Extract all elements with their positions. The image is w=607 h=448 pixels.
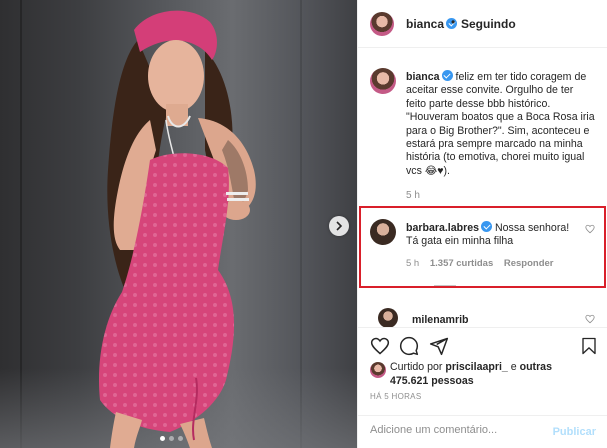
commenter-avatar[interactable]: [370, 219, 396, 245]
chevron-right-icon: [336, 221, 343, 231]
post-photo[interactable]: [0, 0, 357, 448]
following-button[interactable]: Seguindo: [461, 17, 516, 31]
view-replies-line[interactable]: [434, 285, 456, 286]
heart-icon[interactable]: [585, 224, 595, 234]
caption-text: feliz em ter tido coragem de aceitar ess…: [406, 71, 595, 177]
carousel-dot: [178, 436, 183, 441]
comment-likes[interactable]: 1.357 curtidas: [430, 258, 493, 269]
likes-prefix: Curtido por: [390, 361, 443, 373]
caption-username[interactable]: bianca: [406, 71, 440, 83]
woman-in-pink-dress-illustration: [98, 10, 256, 448]
comment-meta: 5 h 1.357 curtidas Responder: [406, 258, 562, 269]
post-header: bianca • Seguindo: [358, 0, 607, 48]
publish-button[interactable]: Publicar: [553, 426, 596, 438]
comment-icon[interactable]: [399, 336, 419, 356]
caption-avatar[interactable]: [370, 68, 396, 94]
post-caption: bianca feliz em ter tido coragem de acei…: [406, 70, 596, 178]
next-commenter-username[interactable]: milenamrib: [412, 314, 469, 326]
verified-icon: [481, 221, 493, 232]
add-comment-bar: Publicar: [358, 415, 607, 448]
comment-input[interactable]: [370, 424, 540, 436]
likes-summary: Curtido por priscilaapri_ e outras 475.6…: [390, 360, 590, 388]
carousel-dot: [169, 436, 174, 441]
author-avatar[interactable]: [370, 12, 394, 36]
likes-connector: e: [510, 361, 517, 373]
caption-time[interactable]: 5 h: [406, 190, 420, 201]
next-commenter-avatar[interactable]: [378, 308, 398, 328]
author-username[interactable]: bianca: [406, 17, 458, 31]
carousel-indicator: [160, 436, 183, 441]
commenter-username[interactable]: barbara.labres: [406, 222, 479, 234]
bookmark-icon[interactable]: [580, 336, 598, 356]
liker-avatar[interactable]: [370, 362, 386, 378]
heart-icon[interactable]: [370, 336, 390, 356]
heart-icon[interactable]: [585, 314, 595, 324]
separator-dot: •: [451, 15, 456, 29]
comment-item: barbara.labres Nossa senhora! Tá gata ei…: [406, 221, 578, 249]
verified-icon: [441, 70, 453, 81]
reply-button[interactable]: Responder: [504, 258, 554, 269]
comment-time[interactable]: 5 h: [406, 258, 419, 269]
carousel-dot: [160, 436, 165, 441]
post-timestamp[interactable]: HÁ 5 HORAS: [370, 392, 421, 401]
share-icon[interactable]: [429, 336, 449, 356]
post-side-panel: bianca • Seguindo bianca feliz em ter ti…: [357, 0, 607, 448]
liker-username[interactable]: priscilaapri_: [445, 361, 507, 373]
next-photo-button[interactable]: [329, 216, 349, 236]
